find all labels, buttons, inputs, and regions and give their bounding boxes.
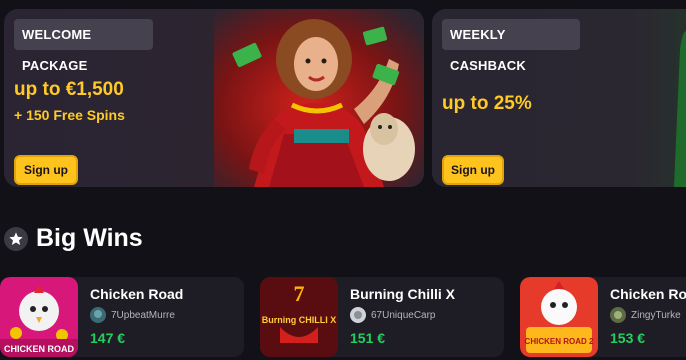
- signup-button[interactable]: Sign up: [14, 155, 78, 185]
- player-name: 67UniqueCarp: [371, 309, 436, 321]
- game-name[interactable]: Chicken Road: [90, 286, 183, 302]
- promo-extra: + 150 Free Spins: [14, 107, 125, 123]
- avatar: [350, 307, 366, 323]
- game-thumbnail[interactable]: CHICKEN ROAD: [0, 277, 78, 357]
- promo-weekly-cashback[interactable]: WEEKLY CASHBACK up to 25% Sign up: [432, 9, 686, 187]
- big-win-card[interactable]: CHICKEN ROAD 2 Chicken Road 2 ZingyTurke…: [520, 277, 686, 357]
- game-thumbnail[interactable]: 7 Burning CHILLI X: [260, 277, 338, 357]
- player-info: ZingyTurke: [610, 307, 681, 323]
- win-amount: 147 €: [90, 330, 126, 346]
- cactus-illustration: [674, 31, 686, 187]
- signup-button[interactable]: Sign up: [442, 155, 504, 185]
- thumb-label: CHICKEN ROAD 2: [525, 337, 594, 346]
- big-wins-heading: Big Wins: [4, 224, 143, 253]
- thumb-label: Burning CHILLI X: [262, 315, 337, 325]
- win-amount: 153 €: [610, 330, 646, 346]
- avatar: [610, 307, 626, 323]
- promo-tag: WEEKLY CASHBACK: [442, 19, 580, 73]
- big-win-card[interactable]: CHICKEN ROAD Chicken Road 7UpbeatMurre 1…: [0, 277, 244, 357]
- promo-amount: up to 25%: [442, 93, 532, 114]
- big-win-card[interactable]: 7 Burning CHILLI X Burning Chilli X 67Un…: [260, 277, 504, 357]
- section-title: Big Wins: [36, 224, 143, 252]
- avatar: [90, 307, 106, 323]
- promo-welcome-package[interactable]: WELCOME PACKAGE up to €1,500 + 150 Free …: [4, 9, 424, 187]
- game-thumbnail[interactable]: CHICKEN ROAD 2: [520, 277, 598, 357]
- player-name: 7UpbeatMurre: [111, 309, 175, 321]
- game-name[interactable]: Chicken Road 2: [610, 286, 686, 302]
- win-amount: 151 €: [350, 330, 386, 346]
- game-name[interactable]: Burning Chilli X: [350, 286, 455, 302]
- promo-tag: WELCOME PACKAGE: [14, 19, 153, 73]
- star-icon: [4, 226, 28, 251]
- player-info: 67UniqueCarp: [350, 307, 436, 323]
- player-name: ZingyTurke: [631, 309, 681, 321]
- svg-text:7: 7: [294, 281, 305, 306]
- player-info: 7UpbeatMurre: [90, 307, 175, 323]
- hero-character-illustration: [214, 9, 424, 187]
- promo-amount: up to €1,500: [14, 79, 124, 100]
- thumb-label: CHICKEN ROAD: [4, 344, 75, 354]
